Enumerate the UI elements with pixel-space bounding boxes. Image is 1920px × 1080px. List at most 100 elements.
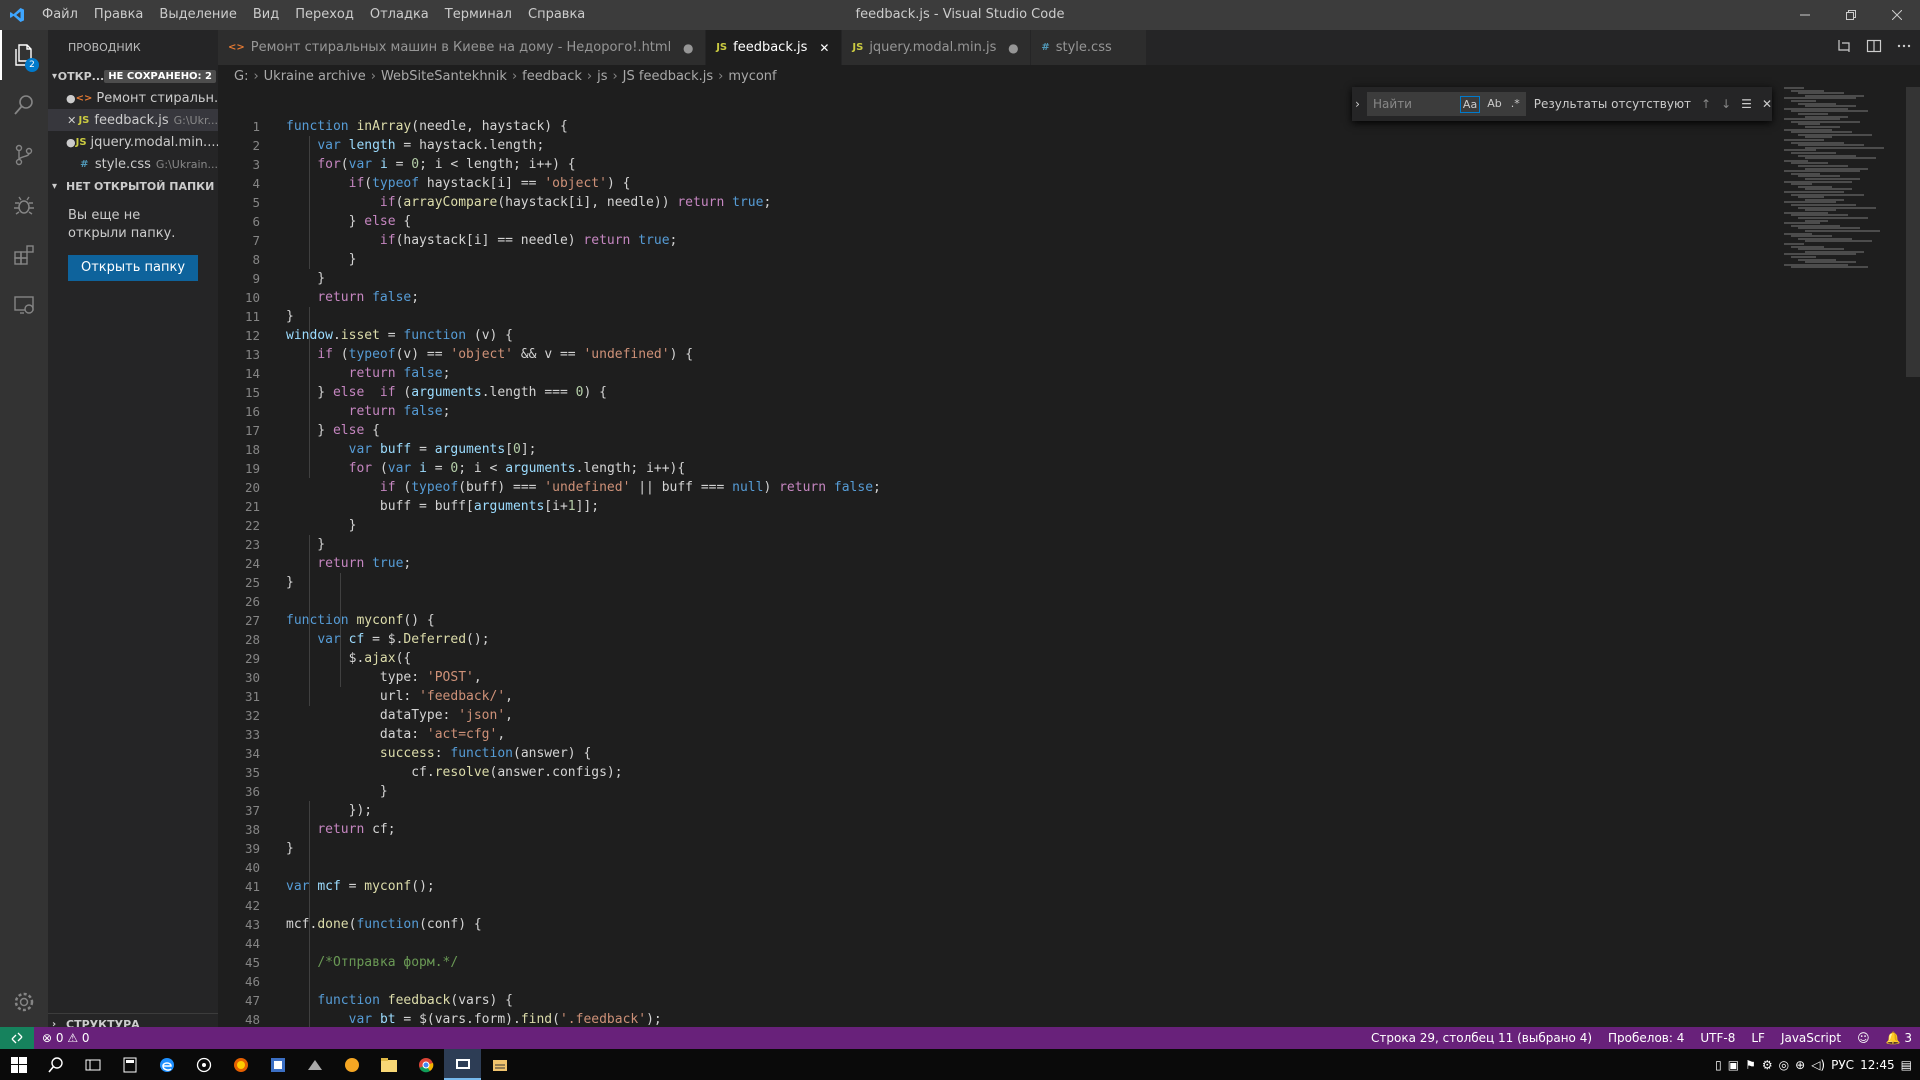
tray-icon[interactable]: ⚑ [1745,1058,1756,1072]
find-options: Aa Ab .* [1459,95,1526,113]
taskbar-search-icon[interactable] [37,1049,74,1080]
edge-browser-icon[interactable] [148,1049,185,1080]
tray-icon[interactable]: ▣ [1728,1058,1739,1072]
search-icon[interactable] [0,80,48,130]
open-changes-icon[interactable] [1836,38,1852,58]
media-player-icon[interactable] [185,1049,222,1080]
open-editor-item[interactable]: # style.css G:\Ukrain... [48,153,218,175]
no-folder-label: НЕТ ОТКРЫТОЙ ПАПКИ [66,179,215,193]
task-view-icon[interactable] [74,1049,111,1080]
calculator-icon[interactable] [111,1049,148,1080]
breadcrumb-item[interactable]: feedback [522,69,582,84]
editor-tab[interactable]: JS feedback.js ✕ [706,30,843,65]
open-folder-button[interactable]: Открыть папку [68,255,198,281]
close-icon[interactable]: ✕ [66,114,77,127]
clock[interactable]: 12:45 [1860,1058,1895,1072]
app-icon[interactable] [259,1049,296,1080]
breadcrumb-item[interactable]: Ukraine archive [264,69,366,84]
breadcrumb: G: › Ukraine archive › WebSiteSantekhnik › fee… [218,65,1920,87]
notifications[interactable]: 🔔 3 [1878,1031,1920,1045]
tray-icon[interactable]: ⚙ [1762,1058,1773,1072]
more-actions-icon[interactable] [1896,38,1912,58]
tray-icon[interactable]: ▯ [1715,1058,1722,1072]
tray-icon[interactable]: ◎ [1779,1058,1789,1072]
editor-tab[interactable]: JS jquery.modal.min.js ● [842,30,1032,65]
volume-icon[interactable]: ◁) [1811,1058,1825,1072]
breadcrumb-item[interactable]: js [597,69,607,84]
breadcrumb-item[interactable]: JS feedback.js [623,69,713,84]
menu-item[interactable]: Правка [86,0,151,30]
open-editor-item[interactable]: ● <> Ремонт стиральн... [48,87,218,109]
arrow-up-icon[interactable]: ↑ [1701,97,1711,111]
remote-indicator-icon[interactable] [0,1027,34,1049]
menu-item[interactable]: Переход [287,0,362,30]
cursor-position[interactable]: Строка 29, столбец 11 (выбрано 4) [1363,1031,1600,1045]
chrome-icon[interactable] [407,1049,444,1080]
minimize-icon[interactable] [1782,0,1828,30]
find-input[interactable]: Найти Aa Ab .* [1367,92,1526,116]
action-center-icon[interactable]: ▤ [1901,1058,1912,1072]
app-icon[interactable] [481,1049,518,1080]
split-editor-icon[interactable] [1866,38,1882,58]
file-explorer-icon[interactable] [370,1049,407,1080]
arrow-down-icon[interactable]: ↓ [1721,97,1731,111]
dirty-dot-icon[interactable]: ● [681,41,695,55]
scrollbar-thumb[interactable] [1906,87,1920,377]
close-window-icon[interactable] [1874,0,1920,30]
language-mode[interactable]: JavaScript [1773,1031,1849,1045]
menu-item[interactable]: Справка [520,0,593,30]
firefox-icon[interactable] [222,1049,259,1080]
network-icon[interactable]: ⊕ [1795,1058,1805,1072]
code-editor[interactable]: 1 function inArray(needle, haystack) {2 v… [218,87,1920,1035]
menu-item[interactable]: Выделение [151,0,244,30]
input-language[interactable]: РУС [1831,1058,1854,1072]
feedback-smiley-icon[interactable]: ☺ [1849,1031,1878,1045]
editor-tab[interactable]: # style.css [1031,30,1147,65]
vscode-taskbar-icon[interactable] [444,1049,481,1080]
breadcrumb-item[interactable]: G: [234,69,248,84]
match-word-toggle[interactable]: Ab [1485,96,1504,113]
windows-start-icon[interactable] [0,1049,37,1080]
no-folder-header[interactable]: ▾ НЕТ ОТКРЫТОЙ ПАПКИ [48,175,218,197]
open-editors-header[interactable]: ▾ ОТКР... НЕ СОХРАНЕНО: 2 [48,65,218,87]
close-icon[interactable]: ✕ [1762,97,1772,111]
open-editor-item[interactable]: ✕ JS feedback.js G:\Ukr... [48,109,218,131]
menu-item[interactable]: Файл [34,0,86,30]
app-icon[interactable] [333,1049,370,1080]
remote-explorer-icon[interactable] [0,280,48,330]
file-name: style.css [94,156,151,172]
encoding[interactable]: UTF-8 [1692,1031,1743,1045]
extensions-icon[interactable] [0,230,48,280]
regex-toggle[interactable]: .* [1509,96,1522,113]
source-control-icon[interactable] [0,130,48,180]
open-editor-item[interactable]: ● JS jquery.modal.min.... [48,131,218,153]
problems-indicator[interactable]: ⊗ 0 ⚠ 0 [34,1031,98,1045]
chevron-right-icon: › [586,68,593,84]
end-of-line[interactable]: LF [1743,1031,1773,1045]
editor-tab[interactable]: <> Ремонт стиральных машин в Киеве на дом… [218,30,707,65]
find-in-selection-icon[interactable]: ☰ [1741,97,1752,111]
menu-item[interactable]: Терминал [437,0,520,30]
close-tab-icon[interactable]: ✕ [817,41,831,55]
minimap[interactable] [1780,87,1900,347]
dirty-dot-icon[interactable]: ● [66,136,76,149]
explorer-icon[interactable]: 2 [0,30,48,80]
code-token: .length; i++){ [575,461,686,476]
app-icon[interactable] [296,1049,333,1080]
code-token: inArray [356,119,412,134]
dirty-dot-icon[interactable]: ● [66,92,76,105]
indentation[interactable]: Пробелов: 4 [1600,1031,1692,1045]
code-token: arguments [473,499,545,514]
menu-item[interactable]: Вид [245,0,287,30]
breadcrumb-item[interactable]: myconf [728,69,776,84]
breadcrumb-item[interactable]: WebSiteSantekhnik [381,69,507,84]
dirty-dot-icon[interactable]: ● [1006,41,1020,55]
menu-item[interactable]: Отладка [362,0,437,30]
restore-icon[interactable] [1828,0,1874,30]
debug-icon[interactable] [0,180,48,230]
match-case-toggle[interactable]: Aa [1459,95,1481,113]
toggle-replace-icon[interactable]: › [1352,97,1363,111]
code-token: = [426,461,451,476]
settings-gear-icon[interactable] [0,977,48,1027]
line-content [260,896,286,915]
